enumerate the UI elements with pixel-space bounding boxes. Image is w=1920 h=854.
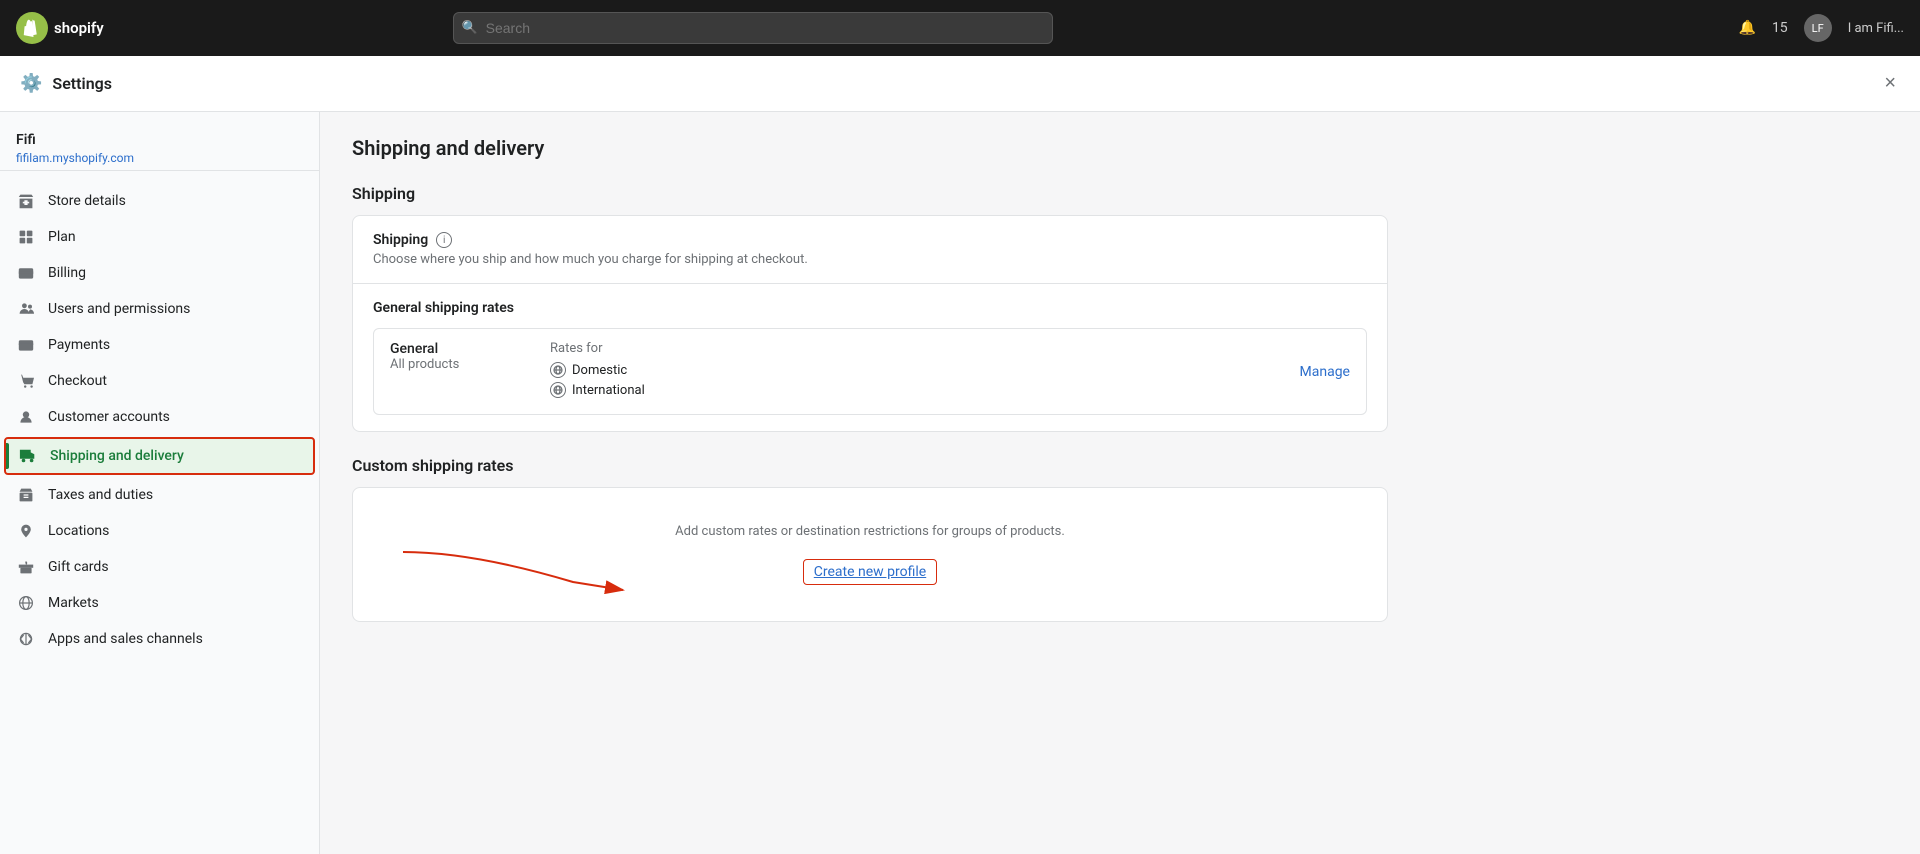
shipping-card-title: Shipping [373, 232, 428, 248]
general-label: General [390, 341, 550, 357]
sidebar-item-billing[interactable]: Billing [0, 255, 319, 291]
sidebar-item-label: Shipping and delivery [50, 448, 184, 464]
sidebar-item-users-permissions[interactable]: Users and permissions [0, 291, 319, 327]
rates-title: General shipping rates [373, 300, 1367, 316]
all-products-label: All products [390, 357, 550, 372]
sidebar-nav: Store details Plan Billing [0, 175, 319, 665]
sidebar-item-customer-accounts[interactable]: Customer accounts [0, 399, 319, 435]
page-title: Shipping and delivery [352, 136, 1388, 160]
settings-modal: ⚙️ Settings × Fifi fifilam.myshopify.com… [0, 56, 1920, 854]
domestic-label: Domestic [572, 363, 627, 378]
checkout-icon [16, 373, 36, 389]
settings-overlay: ⚙️ Settings × Fifi fifilam.myshopify.com… [0, 56, 1920, 854]
general-shipping-rates: General shipping rates General All produ… [373, 300, 1367, 415]
payments-icon [16, 337, 36, 353]
sidebar-item-label: Billing [48, 265, 86, 281]
locations-icon [16, 523, 36, 539]
sidebar-item-locations[interactable]: Locations [0, 513, 319, 549]
sidebar-item-shipping-delivery[interactable]: Shipping and delivery [4, 437, 315, 475]
store-url[interactable]: fifilam.myshopify.com [0, 151, 150, 177]
rates-for-label: Rates for [550, 341, 1300, 356]
settings-main: Shipping and delivery Shipping Shipping … [320, 112, 1920, 854]
globe-icon-2 [550, 382, 566, 398]
gear-icon: ⚙️ [20, 73, 42, 94]
custom-rates-placeholder: Add custom rates or destination restrict… [373, 524, 1367, 539]
page-content: Shipping and delivery Shipping Shipping … [320, 112, 1420, 662]
taxes-icon [16, 487, 36, 503]
customer-icon [16, 409, 36, 425]
custom-rates-title: Custom shipping rates [352, 456, 1388, 475]
settings-sidebar: Fifi fifilam.myshopify.com Store details [0, 112, 320, 854]
users-icon [16, 301, 36, 317]
sidebar-item-apps-sales[interactable]: Apps and sales channels [0, 621, 319, 657]
sidebar-item-label: Markets [48, 595, 99, 611]
shopify-logo-icon [16, 12, 48, 44]
notification-icon[interactable]: 🔔 [1739, 20, 1756, 36]
sidebar-item-markets[interactable]: Markets [0, 585, 319, 621]
sidebar-item-label: Customer accounts [48, 409, 170, 425]
settings-header: ⚙️ Settings × [0, 56, 1920, 112]
international-label: International [572, 383, 645, 398]
notification-badge: 15 [1772, 20, 1788, 36]
custom-rates-card: Add custom rates or destination restrict… [352, 487, 1388, 622]
domestic-rate: Domestic [550, 362, 1300, 378]
shipping-card-inner: Shipping i Choose where you ship and how… [353, 216, 1387, 431]
international-rate: International [550, 382, 1300, 398]
sidebar-item-label: Taxes and duties [48, 487, 153, 503]
rate-col-rates: Rates for [550, 341, 1300, 402]
billing-icon [16, 265, 36, 281]
sidebar-item-store-details[interactable]: Store details [0, 183, 319, 219]
shipping-card-desc: Choose where you ship and how much you c… [373, 252, 1367, 267]
brand-name: shopify [54, 19, 104, 37]
topbar-logo: shopify [16, 12, 104, 44]
sidebar-item-checkout[interactable]: Checkout [0, 363, 319, 399]
sidebar-item-label: Plan [48, 229, 76, 245]
shipping-icon [18, 447, 38, 465]
sidebar-item-gift-cards[interactable]: Gift cards [0, 549, 319, 585]
section-shipping-label: Shipping [352, 184, 1388, 203]
sidebar-item-label: Payments [48, 337, 110, 353]
store-name: Fifi [0, 128, 319, 150]
manage-link[interactable]: Manage [1300, 364, 1350, 380]
rate-col-general: General All products [390, 341, 550, 372]
sidebar-item-plan[interactable]: Plan [0, 219, 319, 255]
create-profile-link[interactable]: Create new profile [803, 559, 937, 585]
custom-rates-section: Custom shipping rates Add custom rates o… [352, 456, 1388, 622]
topbar-right: 🔔 15 LF I am Fifi... [1739, 14, 1904, 42]
shipping-card-header: Shipping i [373, 232, 1367, 248]
topbar: shopify 🔍 🔔 15 LF I am Fifi... [0, 0, 1920, 56]
settings-body: Fifi fifilam.myshopify.com Store details [0, 112, 1920, 854]
sidebar-item-taxes-duties[interactable]: Taxes and duties [0, 477, 319, 513]
username-label: I am Fifi... [1848, 21, 1904, 36]
sidebar-item-label: Apps and sales channels [48, 631, 203, 647]
store-icon [16, 193, 36, 209]
annotation-arrow [373, 542, 673, 602]
shipping-section: Shipping Shipping i Choose where you shi… [352, 184, 1388, 622]
custom-rates-body: Add custom rates or destination restrict… [373, 504, 1367, 605]
rate-row: General All products Rates for [373, 328, 1367, 415]
markets-icon [16, 595, 36, 611]
close-button[interactable]: × [1880, 68, 1900, 99]
sidebar-item-label: Store details [48, 193, 126, 209]
custom-rates-card-inner: Add custom rates or destination restrict… [353, 488, 1387, 621]
sidebar-item-label: Locations [48, 523, 109, 539]
avatar[interactable]: LF [1804, 14, 1832, 42]
settings-title: Settings [52, 74, 112, 93]
sidebar-item-label: Gift cards [48, 559, 109, 575]
sidebar-item-label: Users and permissions [48, 301, 190, 317]
apps-icon [16, 631, 36, 647]
shipping-card: Shipping i Choose where you ship and how… [352, 215, 1388, 432]
globe-icon [550, 362, 566, 378]
info-icon[interactable]: i [436, 232, 452, 248]
sidebar-item-payments[interactable]: Payments [0, 327, 319, 363]
gift-icon [16, 559, 36, 575]
search-bar[interactable]: 🔍 [453, 12, 1053, 44]
plan-icon [16, 229, 36, 245]
search-icon: 🔍 [462, 21, 478, 36]
card-divider [353, 283, 1387, 284]
search-input[interactable] [453, 12, 1053, 44]
sidebar-item-label: Checkout [48, 373, 107, 389]
